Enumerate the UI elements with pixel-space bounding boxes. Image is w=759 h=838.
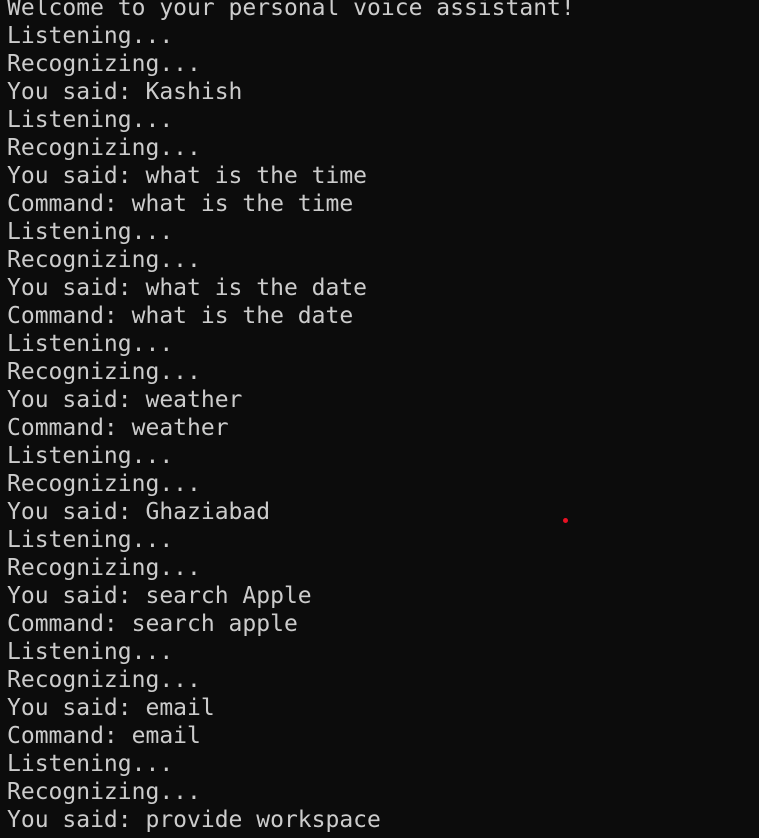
terminal-line: Recognizing...	[7, 135, 201, 161]
terminal-line: Listening...	[7, 219, 174, 245]
terminal-line: You said: search Apple	[7, 583, 312, 609]
terminal-line: You said: Ghaziabad	[7, 499, 271, 525]
terminal-line: You said: weather	[7, 387, 243, 413]
terminal-line: Command: search apple	[7, 611, 298, 637]
terminal-line: You said: Kashish	[7, 79, 243, 105]
terminal-line: Recognizing...	[7, 471, 201, 497]
terminal-line: You said: what is the date	[7, 275, 368, 301]
terminal-line: Command: weather	[7, 415, 229, 441]
terminal-line: Listening...	[7, 107, 174, 133]
terminal-line: Listening...	[7, 23, 174, 49]
terminal-line: Listening...	[7, 527, 174, 553]
terminal-line: Command: what is the date	[7, 303, 354, 329]
terminal-line: Listening...	[7, 639, 174, 665]
terminal-line: Welcome to your personal voice assistant…	[7, 0, 575, 21]
terminal-line: You said: provide workspace	[7, 807, 381, 833]
terminal-line: Recognizing...	[7, 359, 201, 385]
terminal-line: Command: what is the time	[7, 191, 354, 217]
terminal-line: Recognizing...	[7, 51, 201, 77]
terminal-line: Listening...	[7, 443, 174, 469]
terminal-output: Welcome to your personal voice assistant…	[7, 0, 575, 834]
mouse-pointer-dot	[563, 518, 568, 523]
terminal-line: Recognizing...	[7, 667, 201, 693]
terminal-window[interactable]: Welcome to your personal voice assistant…	[0, 0, 759, 838]
terminal-line: Listening...	[7, 331, 174, 357]
terminal-line: Recognizing...	[7, 247, 201, 273]
terminal-line: You said: email	[7, 695, 215, 721]
terminal-line: Recognizing...	[7, 779, 201, 805]
terminal-line: Command: email	[7, 723, 201, 749]
terminal-line: Listening...	[7, 751, 174, 777]
terminal-line: You said: what is the time	[7, 163, 368, 189]
terminal-line: Recognizing...	[7, 555, 201, 581]
